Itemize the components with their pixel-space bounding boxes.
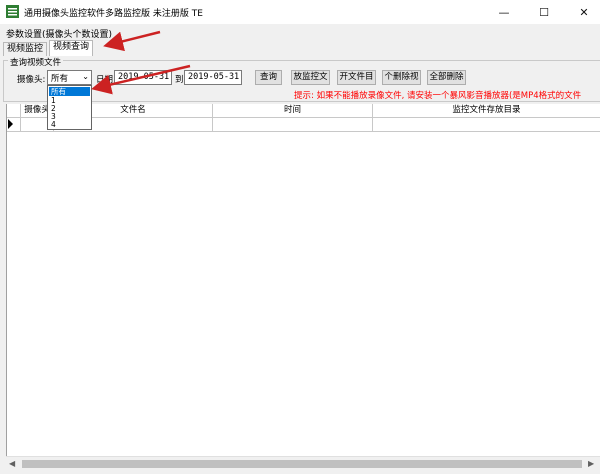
groupbox-label: 查询视频文件 [8, 56, 64, 68]
maximize-button[interactable]: ☐ [524, 0, 564, 24]
chevron-down-icon[interactable]: ⌄ [82, 72, 89, 81]
camera-label: 摄像头: [17, 75, 46, 85]
minimize-button[interactable]: — [484, 0, 524, 24]
table-row[interactable] [7, 118, 600, 132]
horizontal-scrollbar[interactable]: ◀ ▶ [6, 456, 600, 471]
camera-select[interactable]: 所有 ⌄ [47, 70, 92, 85]
window-title: 通用摄像头监控软件多路监控版 未注册版 TE [24, 9, 203, 19]
date-to-value: 2019-05-31 [188, 72, 240, 82]
tab-video-monitor[interactable]: 视频监控 [3, 42, 48, 56]
menu-item-settings[interactable]: 参数设置(摄像头个数设置) [6, 27, 112, 40]
camera-dropdown-list[interactable]: 所有 1 2 3 4 [47, 85, 92, 130]
date-from-value: 2019-05-31 [118, 72, 170, 82]
date-from-field[interactable]: 2019-05-31 [114, 70, 172, 85]
delete-video-button[interactable]: 个删除视 [382, 70, 421, 85]
play-file-button[interactable]: 放监控文 [291, 70, 330, 85]
row-indicator-icon [8, 119, 13, 129]
scroll-left-icon[interactable]: ◀ [9, 459, 15, 468]
cell-directory[interactable] [373, 118, 600, 131]
date-to-field[interactable]: 2019-05-31 [184, 70, 242, 85]
hint-text: 提示: 如果不能播放录像文件, 请安装一个暴风影音播放器(是MP4格式的文件 [294, 91, 582, 101]
tab-video-query[interactable]: 视频查询 [49, 40, 94, 56]
column-header-directory[interactable]: 监控文件存放目录 [373, 104, 600, 117]
query-button[interactable]: 查询 [255, 70, 282, 85]
cell-time[interactable] [213, 118, 373, 131]
open-folder-button[interactable]: 开文件目 [337, 70, 376, 85]
grid-corner [7, 104, 21, 117]
scroll-right-icon[interactable]: ▶ [588, 459, 594, 468]
file-grid[interactable]: 摄像头 文件名 时间 监控文件存放目录 [6, 104, 600, 456]
dropdown-option-4[interactable]: 4 [49, 120, 90, 129]
dropdown-option-all[interactable]: 所有 [49, 87, 90, 96]
delete-all-button[interactable]: 全部删除 [427, 70, 466, 85]
close-button[interactable]: ✕ [564, 0, 600, 24]
date-label: 日期 [96, 75, 114, 85]
scroll-thumb[interactable] [22, 460, 582, 468]
column-header-time[interactable]: 时间 [213, 104, 373, 117]
to-label: 到 [175, 75, 184, 85]
row-header [7, 118, 21, 131]
camera-select-value: 所有 [51, 74, 69, 84]
app-icon [6, 5, 19, 18]
grid-header: 摄像头 文件名 时间 监控文件存放目录 [7, 104, 600, 118]
